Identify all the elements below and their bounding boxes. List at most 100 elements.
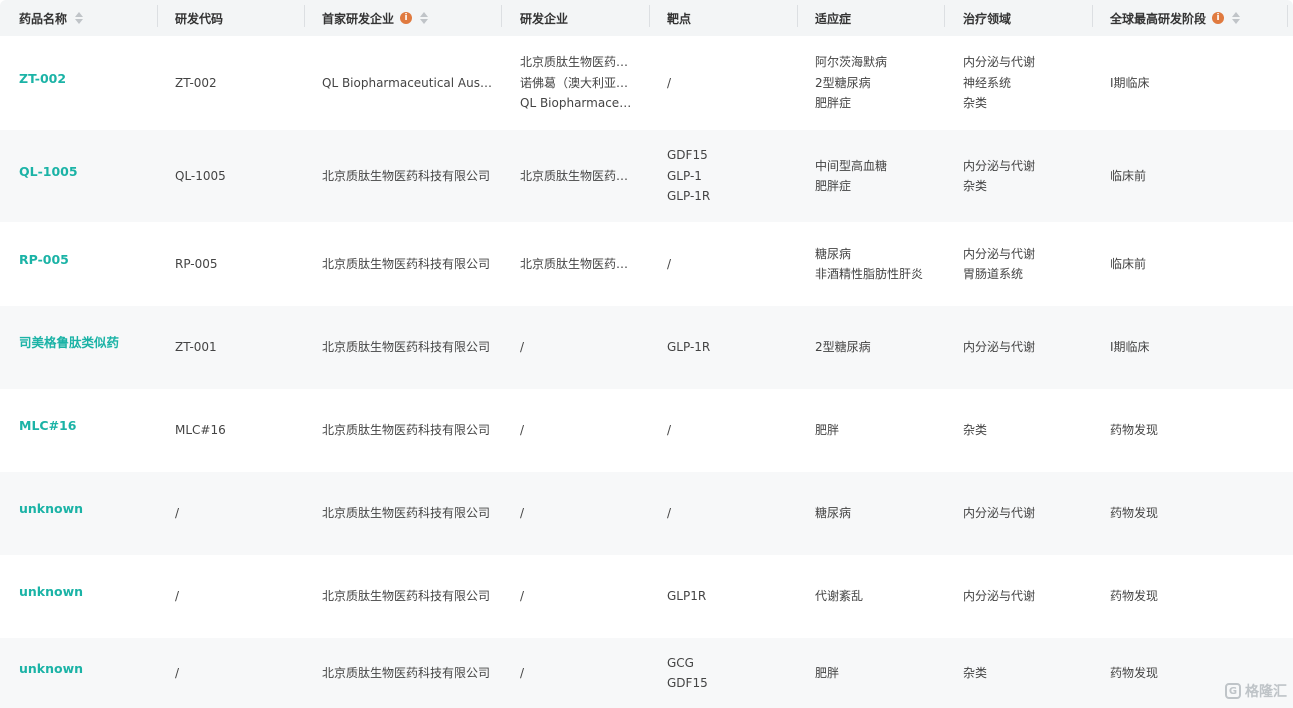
cell-text: ZT-001 [175,340,217,355]
indication-cell: 阿尔茨海默病 2型糖尿病 肥胖症 [815,36,943,130]
target-cell: GDF15 GLP-1 GLP-1R [667,130,787,222]
sort-icon[interactable] [1232,12,1241,24]
column-divider[interactable] [649,5,650,27]
code-cell: QL-1005 [175,130,305,222]
indication-cell: 糖尿病 非酒精性脂肪性肝炎 [815,222,943,306]
header-phase[interactable]: 全球最高研发阶段 i [1110,0,1241,36]
column-divider[interactable] [157,5,158,27]
cell-text: 胃肠道系统 [963,267,1024,281]
first-company-cell: 北京质肽生物医药科技有限公司 [322,306,492,389]
table-row: RP-005 RP-005 北京质肽生物医药科技有限公司 北京质肽生物医药科... / 糖… [0,222,1293,306]
cell-text: GDF15 [667,148,708,163]
sort-icon[interactable] [75,12,84,24]
target-cell: GCG GDF15 [667,638,787,708]
area-cell: 内分泌与代谢 杂类 [963,130,1091,222]
indication-cell: 糖尿病 [815,472,943,555]
drug-name-link[interactable]: QL-1005 [19,162,159,183]
cell-text: QL Biopharmaceutical Austr... [322,75,492,90]
phase-cell: 药物发现 [1110,472,1260,555]
header-drug-name[interactable]: 药品名称 [19,0,84,36]
indication-cell: 2型糖尿病 [815,306,943,389]
phase-cell: 药物发现 [1110,389,1260,472]
header-first-company[interactable]: 首家研发企业 i [322,0,429,36]
cell-text: RP-005 [175,256,218,271]
sort-icon[interactable] [420,12,429,24]
first-company-cell: QL Biopharmaceutical Austr... [322,36,492,130]
cell-text: 北京质肽生物医药科... [520,168,638,183]
drug-name-cell[interactable]: ZT-002 [19,36,159,122]
target-cell: GLP1R [667,555,787,638]
drug-name-link[interactable]: unknown [19,659,159,680]
area-cell: 内分泌与代谢 [963,306,1091,389]
cell-text: GLP-1R [667,189,711,204]
target-cell: GLP-1R [667,306,787,389]
cell-text: 药物发现 [1110,589,1159,604]
cell-text: 北京质肽生物医药科技有限公司 [322,665,491,680]
phase-cell: 临床前 [1110,130,1260,222]
drug-name-link[interactable]: 司美格鲁肽类似药 [19,333,159,354]
drug-name-cell[interactable]: RP-005 [19,222,159,298]
header-indication: 适应症 [815,0,851,36]
cell-text: 内分泌与代谢 [963,506,1036,521]
area-cell: 杂类 [963,638,1091,708]
header-label: 研发代码 [175,11,224,26]
drug-name-link[interactable]: unknown [19,499,159,520]
info-icon[interactable]: i [1212,12,1225,24]
header-label: 靶点 [667,11,692,26]
column-divider[interactable] [1092,5,1093,27]
drug-name-cell[interactable]: QL-1005 [19,130,159,214]
cell-text: 北京质肽生物医药科技有限公司 [322,256,491,271]
table-body: ZT-002 ZT-002 QL Biopharmaceutical Austr..… [0,36,1293,708]
info-icon[interactable]: i [400,12,413,24]
cell-text: 内分泌与代谢 [963,340,1036,355]
drug-name-link[interactable]: RP-005 [19,250,159,271]
cell-text: / [667,256,672,271]
cell-text: QL Biopharmaceuti... [520,96,638,111]
cell-text: / [520,506,525,521]
first-company-cell: 北京质肽生物医药科技有限公司 [322,472,492,555]
cell-text: 杂类 [963,179,988,193]
drug-name-cell[interactable]: unknown [19,638,159,700]
cell-text: GCG [667,655,694,670]
cell-text: / [520,340,525,355]
target-cell: / [667,472,787,555]
drug-name-cell[interactable]: MLC#16 [19,389,159,464]
area-cell: 内分泌与代谢 [963,555,1091,638]
header-label: 首家研发企业 [322,11,395,26]
cell-text: / [520,423,525,438]
column-divider[interactable] [797,5,798,27]
first-company-cell: 北京质肽生物医药科技有限公司 [322,638,492,708]
company-cell: / [520,306,638,389]
column-divider[interactable] [1287,5,1288,27]
table-row: QL-1005 QL-1005 北京质肽生物医药科技有限公司 北京质肽生物医药科...… [0,130,1293,222]
phase-cell: 药物发现 [1110,555,1260,638]
logo-icon: G [1225,683,1241,699]
column-divider[interactable] [501,5,502,27]
indication-cell: 肥胖 [815,389,943,472]
drug-name-cell[interactable]: unknown [19,555,159,630]
target-cell: / [667,389,787,472]
column-divider[interactable] [304,5,305,27]
drug-name-link[interactable]: MLC#16 [19,416,159,437]
company-cell: / [520,638,638,708]
cell-text: 北京质肽生物医药科技有限公司 [322,506,491,521]
code-cell: / [175,555,305,638]
table-header: 药品名称 研发代码 首家研发企业 i 研发企业 靶点 适应症 治疗领域 全球最高… [0,0,1293,36]
cell-text: / [175,589,180,604]
cell-text: / [667,75,672,90]
cell-text: 药物发现 [1110,506,1159,521]
drug-name-link[interactable]: unknown [19,582,159,603]
column-divider[interactable] [944,5,945,27]
drug-name-link[interactable]: ZT-002 [19,69,159,90]
drug-name-cell[interactable]: 司美格鲁肽类似药 [19,306,159,381]
cell-text: ZT-002 [175,75,217,90]
cell-text: 2型糖尿病 [815,75,871,90]
code-cell: RP-005 [175,222,305,306]
cell-text: 北京质肽生物医药科技有限公司 [322,589,491,604]
cell-text: GLP-1R [667,340,711,355]
header-target: 靶点 [667,0,691,36]
company-cell: 北京质肽生物医药科... 诺佛葛（澳大利亚）... QL Biopharmaceut… [520,36,638,130]
drug-table: 药品名称 研发代码 首家研发企业 i 研发企业 靶点 适应症 治疗领域 全球最高… [0,0,1293,708]
drug-name-cell[interactable]: unknown [19,472,159,547]
code-cell: ZT-002 [175,36,305,130]
